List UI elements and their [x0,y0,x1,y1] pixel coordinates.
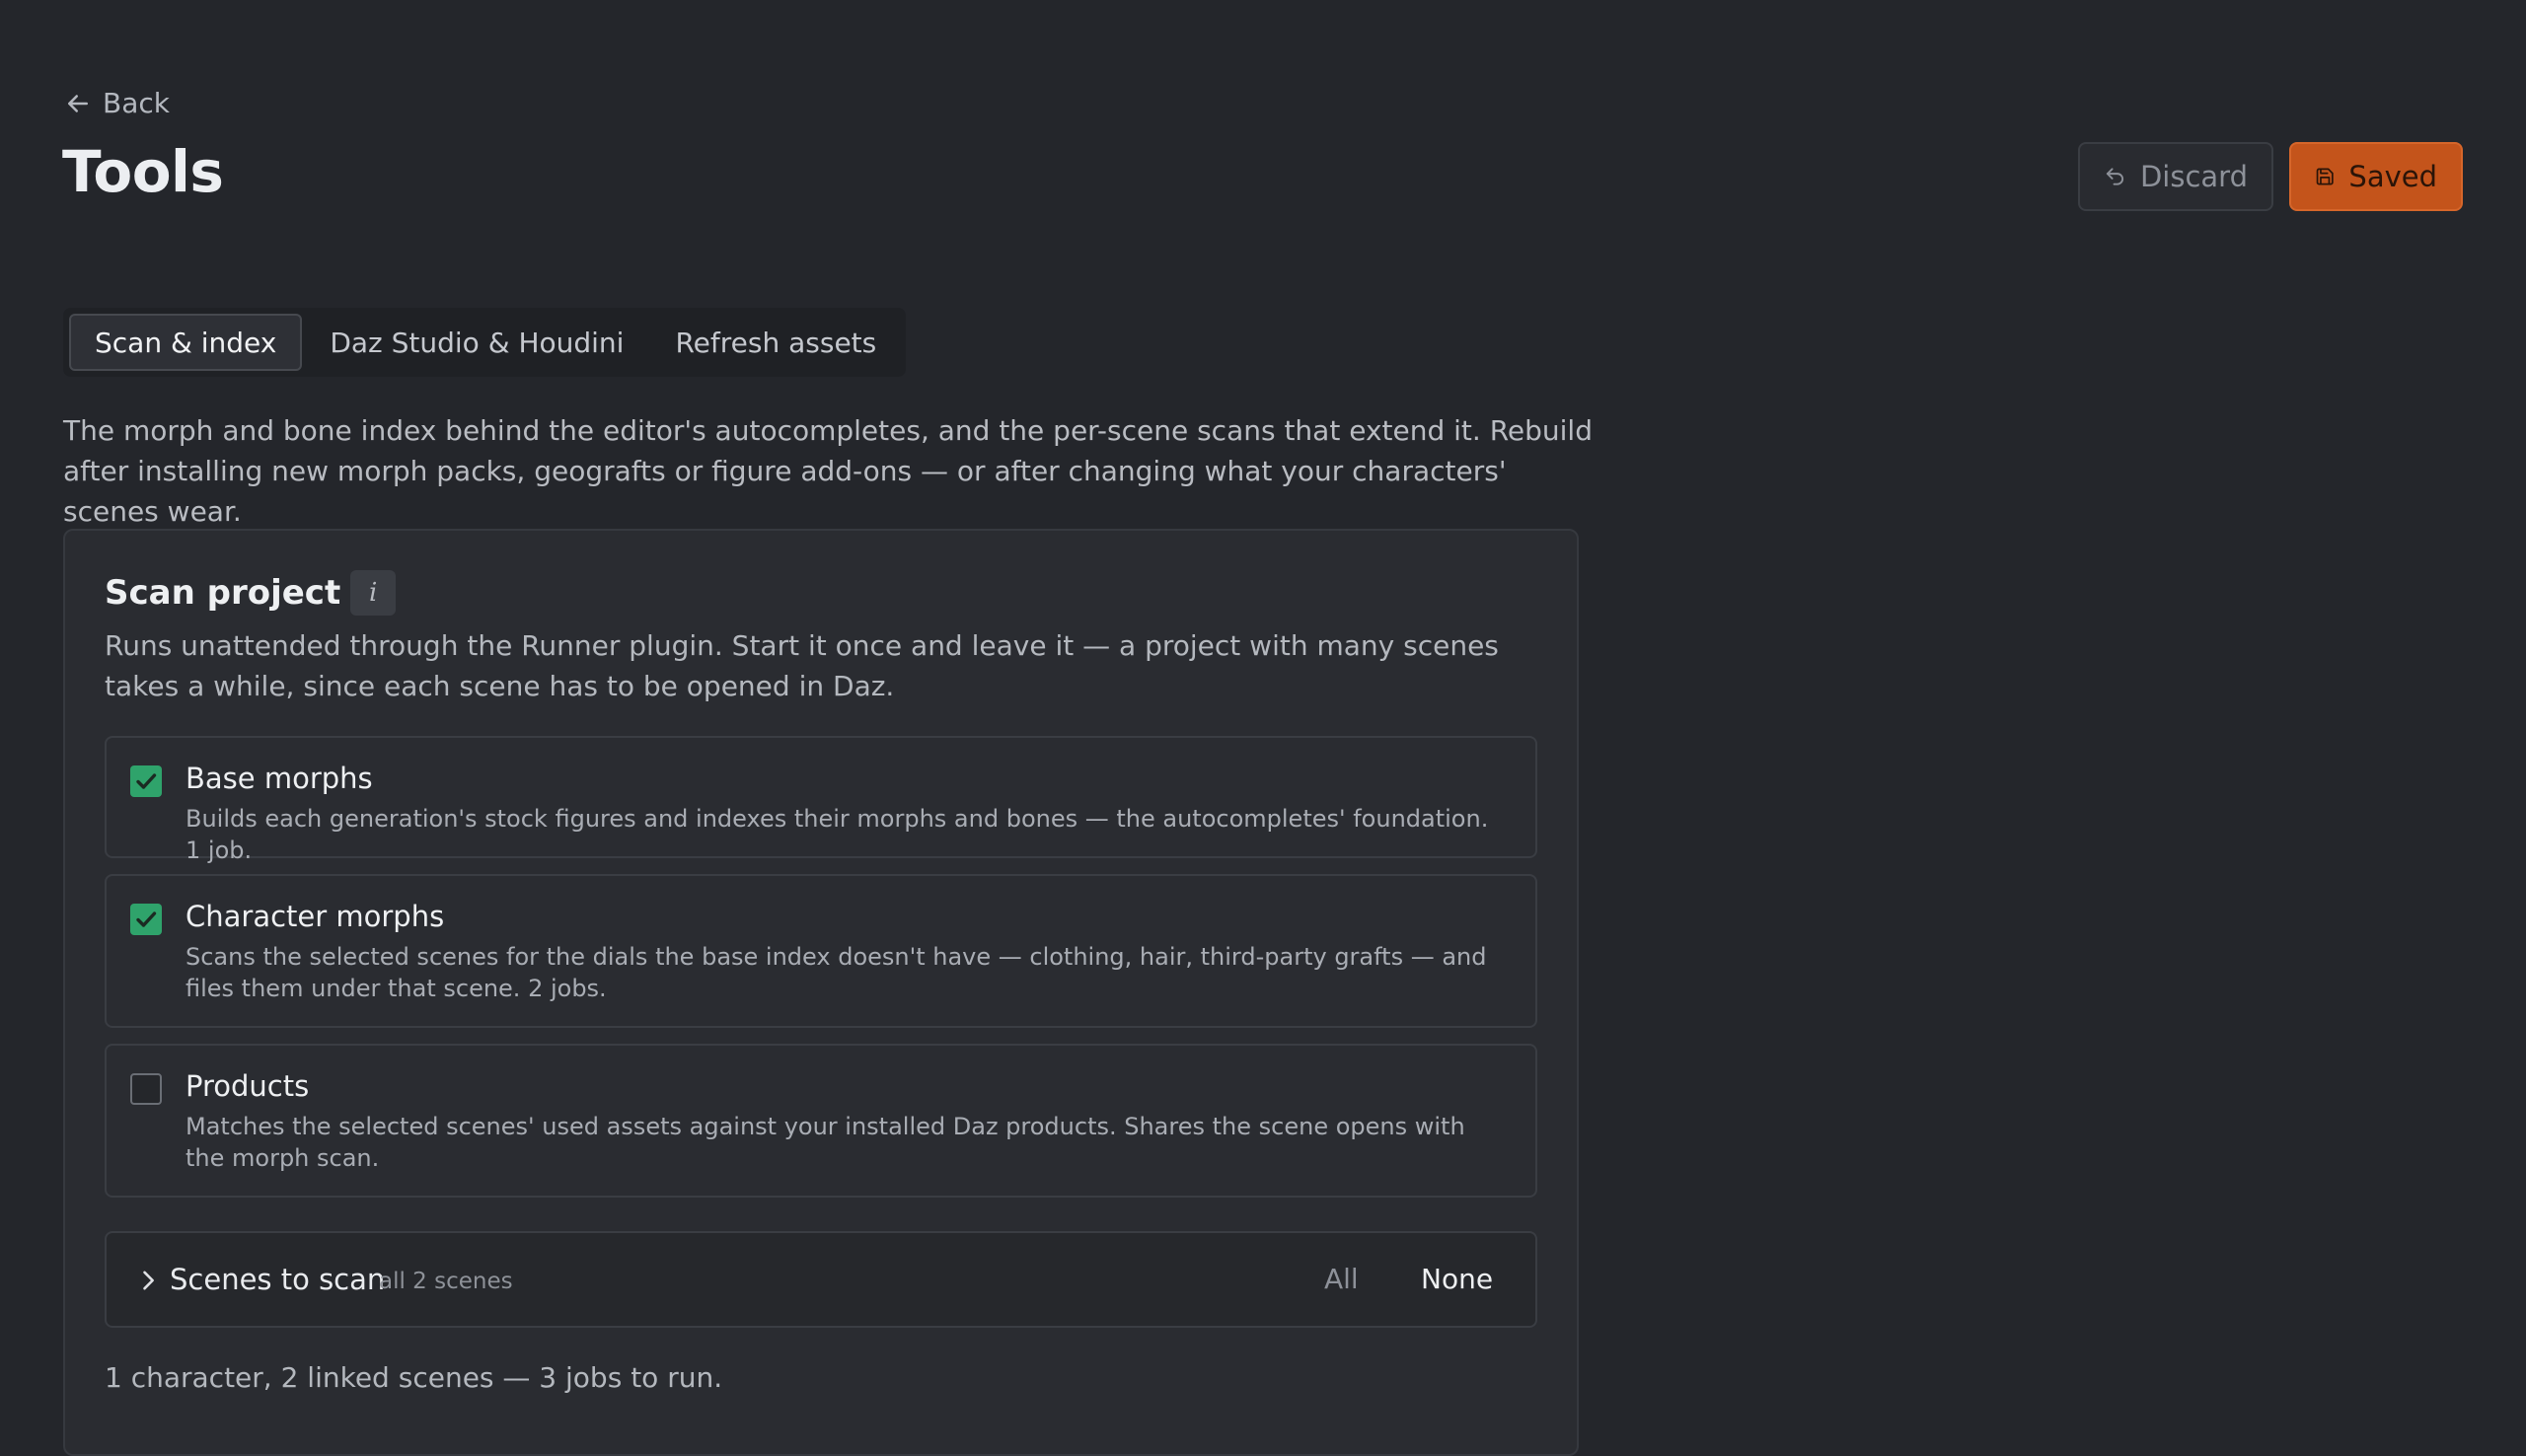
option-character-morphs[interactable]: Character morphs Scans the selected scen… [105,874,1537,1028]
base-morphs-checkbox[interactable] [130,765,162,797]
saved-label: Saved [2348,160,2437,193]
discard-label: Discard [2139,160,2248,193]
discard-button[interactable]: Discard [2078,142,2273,211]
page-title: Tools [62,138,224,205]
checkmark-icon [136,773,157,789]
undo-icon [2106,168,2124,185]
back-label: Back [103,87,170,119]
save-icon [2316,168,2334,185]
option-description: Scans the selected scenes for the dials … [186,943,1487,1002]
tab-refresh-assets[interactable]: Refresh assets [651,314,900,371]
scenes-to-scan-panel: Scenes to scan all 2 scenes All None [105,1231,1537,1328]
info-icon[interactable]: i [350,570,397,616]
saved-button[interactable]: Saved [2289,142,2463,211]
card-header: Scan project i [105,570,397,616]
card-title: Scan project [105,573,341,613]
option-products[interactable]: Products Matches the selected scenes' us… [105,1044,1537,1198]
option-base-morphs[interactable]: Base morphs Builds each generation's sto… [105,736,1537,864]
card-description: Runs unattended through the Runner plugi… [105,629,1499,702]
option-description: Matches the selected scenes' used assets… [186,1113,1465,1172]
products-checkbox[interactable] [130,1073,162,1105]
arrow-left-icon [68,94,88,112]
select-all-button[interactable]: All [1324,1263,1359,1295]
checkmark-icon [136,911,157,927]
intro-text: The morph and bone index behind the edit… [63,414,1593,528]
scenes-toggle[interactable]: Scenes to scan [170,1263,385,1296]
option-title: Character morphs [186,900,445,933]
tab-scan-index[interactable]: Scan & index [69,314,303,371]
option-title: Base morphs [186,762,373,795]
back-link[interactable]: Back [63,87,170,119]
tab-daz-studio-houdini[interactable]: Daz Studio & Houdini [306,314,647,371]
chevron-right-icon[interactable] [134,1267,162,1294]
header-actions: Discard Saved [2078,142,2463,211]
option-title: Products [186,1069,310,1103]
select-none-button[interactable]: None [1421,1263,1493,1295]
option-description: Builds each generation's stock figures a… [186,805,1489,864]
character-morphs-checkbox[interactable] [130,904,162,935]
tab-bar: Scan & index Daz Studio & Houdini Refres… [63,308,907,377]
scenes-count: all 2 scenes [379,1269,513,1294]
job-summary: 1 character, 2 linked scenes — 3 jobs to… [105,1361,723,1394]
scan-project-card: Scan project i Runs unattended through t… [63,529,1579,1456]
